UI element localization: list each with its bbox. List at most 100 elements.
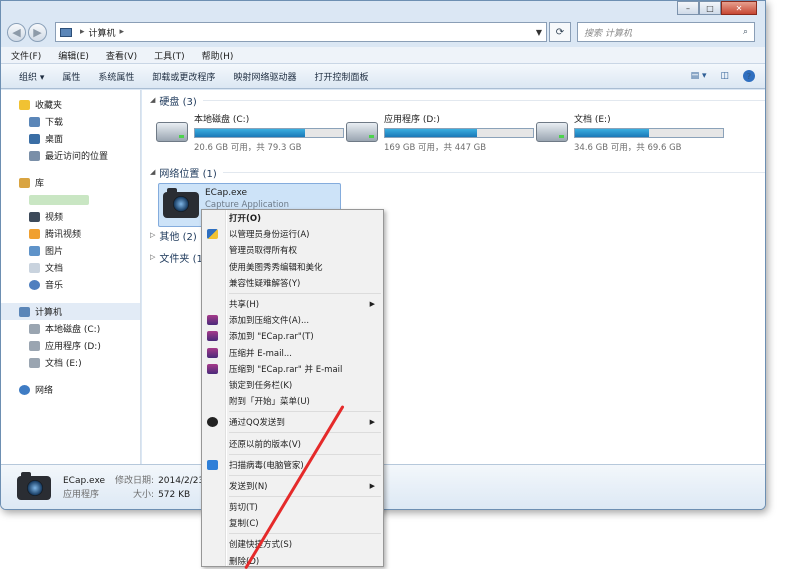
drive-icon [29, 357, 40, 368]
menu-item-compress-email[interactable]: 压缩并 E-mail... [202, 345, 383, 361]
menu-item-add-to-rar[interactable]: 添加到 "ECap.rar"(T) [202, 328, 383, 344]
menu-item-open[interactable]: 打开(O) [202, 210, 383, 226]
close-button[interactable]: ✕ [721, 1, 757, 15]
menu-file[interactable]: 文件(F) [11, 49, 41, 62]
menu-label: 锁定到任务栏(K) [229, 380, 293, 391]
control-panel-button[interactable]: 打开控制面板 [314, 70, 368, 83]
drive-item-c[interactable]: 本地磁盘 (C:) 20.6 GB 可用，共 79.3 GB [156, 108, 346, 162]
menu-item-pin-taskbar[interactable]: 锁定到任务栏(K) [202, 377, 383, 393]
detail-name: ECap.exe [63, 476, 106, 486]
properties-button[interactable]: 属性 [62, 70, 80, 83]
menu-item-take-ownership[interactable]: 管理员取得所有权 [202, 242, 383, 258]
uninstall-button[interactable]: 卸载或更改程序 [152, 70, 215, 83]
sidebar-item-pictures[interactable]: 图片 [1, 242, 140, 259]
sidebar-item-videos[interactable]: 视频 [1, 208, 140, 225]
menu-tools[interactable]: 工具(T) [154, 49, 185, 62]
sidebar-item-downloads[interactable]: 下载 [1, 113, 140, 130]
picture-library-icon [29, 245, 40, 256]
menu-label: 管理员取得所有权 [229, 246, 298, 257]
breadcrumb-chevron-icon: ▸ [119, 27, 125, 37]
menu-item-restore-versions[interactable]: 还原以前的版本(V) [202, 435, 383, 451]
blurred-item-icon [29, 194, 89, 205]
computer-icon [19, 306, 30, 317]
menu-item-add-to-archive[interactable]: 添加到压缩文件(A)... [202, 312, 383, 328]
sidebar-label: 网络 [35, 386, 54, 396]
menu-label: 删除(D) [229, 556, 260, 567]
menu-label: 压缩并 E-mail... [229, 348, 292, 359]
address-bar[interactable]: ▸ 计算机 ▸ ▼ [55, 22, 547, 42]
sidebar-libraries[interactable]: 库 [1, 174, 140, 191]
menu-item-scan-virus[interactable]: 扫描病毒(电脑管家) [202, 457, 383, 473]
preview-pane-icon[interactable]: ◫ [720, 71, 729, 81]
map-drive-button[interactable]: 映射网络驱动器 [233, 70, 296, 83]
view-options-icon[interactable]: ▤ ▾ [691, 71, 707, 81]
menu-item-run-as-admin[interactable]: 以管理员身份运行(A) [202, 226, 383, 242]
drive-size-text: 20.6 GB 可用，共 79.3 GB [194, 143, 302, 153]
drive-size-text: 34.6 GB 可用，共 69.6 GB [574, 143, 682, 153]
menu-item-qq-send[interactable]: 通过QQ发送到 ▶ [202, 414, 383, 430]
drive-item-d[interactable]: 应用程序 (D:) 169 GB 可用，共 447 GB [346, 108, 536, 162]
sidebar-favorites[interactable]: 收藏夹 [1, 96, 140, 113]
sidebar-network[interactable]: 网络 [1, 381, 140, 398]
group-header-hdd[interactable]: ◢ 硬盘 (3) [150, 92, 765, 108]
sidebar-item-drive-d[interactable]: 应用程序 (D:) [1, 337, 140, 354]
menu-separator [229, 474, 381, 476]
menu-help[interactable]: 帮助(H) [202, 49, 234, 62]
group-label: 其他 (2) [159, 231, 197, 243]
sidebar-label: 音乐 [45, 281, 64, 291]
sidebar-item-music[interactable]: 音乐 [1, 276, 140, 293]
menu-edit[interactable]: 编辑(E) [58, 49, 89, 62]
menu-label: 扫描病毒(电脑管家) [229, 460, 304, 471]
menu-separator [229, 453, 381, 455]
minimize-button[interactable]: – [677, 1, 699, 15]
menu-item-share[interactable]: 共享(H) ▶ [202, 296, 383, 312]
menu-item-copy[interactable]: 复制(C) [202, 515, 383, 531]
collapse-triangle-icon: ◢ [150, 96, 156, 104]
sidebar-item-desktop[interactable]: 桌面 [1, 130, 140, 147]
menu-item-compatibility[interactable]: 兼容性疑难解答(Y) [202, 275, 383, 291]
search-icon[interactable]: ⌕ [743, 27, 748, 37]
back-button[interactable]: ◀ [7, 22, 26, 42]
menu-item-meitu[interactable]: 使用美图秀秀编辑和美化 [202, 259, 383, 275]
address-dropdown-icon[interactable]: ▼ [536, 28, 542, 37]
network-icon [19, 384, 30, 395]
menu-label: 以管理员身份运行(A) [229, 230, 310, 241]
drive-name: 应用程序 (D:) [384, 115, 440, 125]
sidebar-item-drive-e[interactable]: 文档 (E:) [1, 354, 140, 371]
uac-shield-icon [207, 229, 218, 240]
search-input[interactable]: 搜索 计算机 ⌕ [577, 22, 755, 42]
drive-name: 文档 (E:) [574, 115, 611, 125]
help-icon[interactable]: ? [743, 70, 755, 82]
sidebar-item-tencent-video[interactable]: 腾讯视频 [1, 225, 140, 242]
drive-usage-fill [575, 129, 649, 137]
menu-label: 添加到 "ECap.rar"(T) [229, 332, 314, 343]
sidebar-item-recent[interactable]: 最近访问的位置 [1, 147, 140, 164]
sidebar-label: 下载 [45, 118, 64, 128]
sidebar-item-blurred[interactable] [1, 191, 140, 208]
sidebar-item-documents[interactable]: 文档 [1, 259, 140, 276]
camera-app-icon [17, 472, 51, 500]
sidebar-computer[interactable]: 计算机 [1, 303, 140, 320]
menu-item-pin-start[interactable]: 附到「开始」菜单(U) [202, 393, 383, 409]
refresh-icon: ⟳ [555, 26, 565, 38]
menu-view[interactable]: 查看(V) [106, 49, 137, 62]
menu-item-compress-rar-email[interactable]: 压缩到 "ECap.rar" 并 E-mail [202, 361, 383, 377]
group-header-network[interactable]: ◢ 网络位置 (1) [150, 164, 765, 180]
search-placeholder: 搜索 计算机 [584, 28, 632, 39]
forward-button[interactable]: ▶ [28, 22, 47, 42]
back-arrow-icon: ◀ [12, 25, 21, 39]
menu-item-cut[interactable]: 剪切(T) [202, 499, 383, 515]
forward-arrow-icon: ▶ [33, 25, 42, 39]
sidebar-label: 计算机 [35, 308, 63, 318]
refresh-button[interactable]: ⟳ [549, 22, 571, 42]
tencent-video-icon [29, 228, 40, 239]
maximize-button[interactable]: □ [699, 1, 721, 15]
menu-item-create-shortcut[interactable]: 创建快捷方式(S) [202, 536, 383, 552]
system-properties-button[interactable]: 系统属性 [98, 70, 134, 83]
menu-item-delete[interactable]: 删除(D) [202, 553, 383, 567]
drive-item-e[interactable]: 文档 (E:) 34.6 GB 可用，共 69.6 GB [536, 108, 726, 162]
sidebar-item-drive-c[interactable]: 本地磁盘 (C:) [1, 320, 140, 337]
organize-button[interactable]: 组织 ▾ [19, 70, 44, 83]
breadcrumb-computer[interactable]: 计算机 [89, 26, 116, 39]
drive-name: 本地磁盘 (C:) [194, 115, 250, 125]
